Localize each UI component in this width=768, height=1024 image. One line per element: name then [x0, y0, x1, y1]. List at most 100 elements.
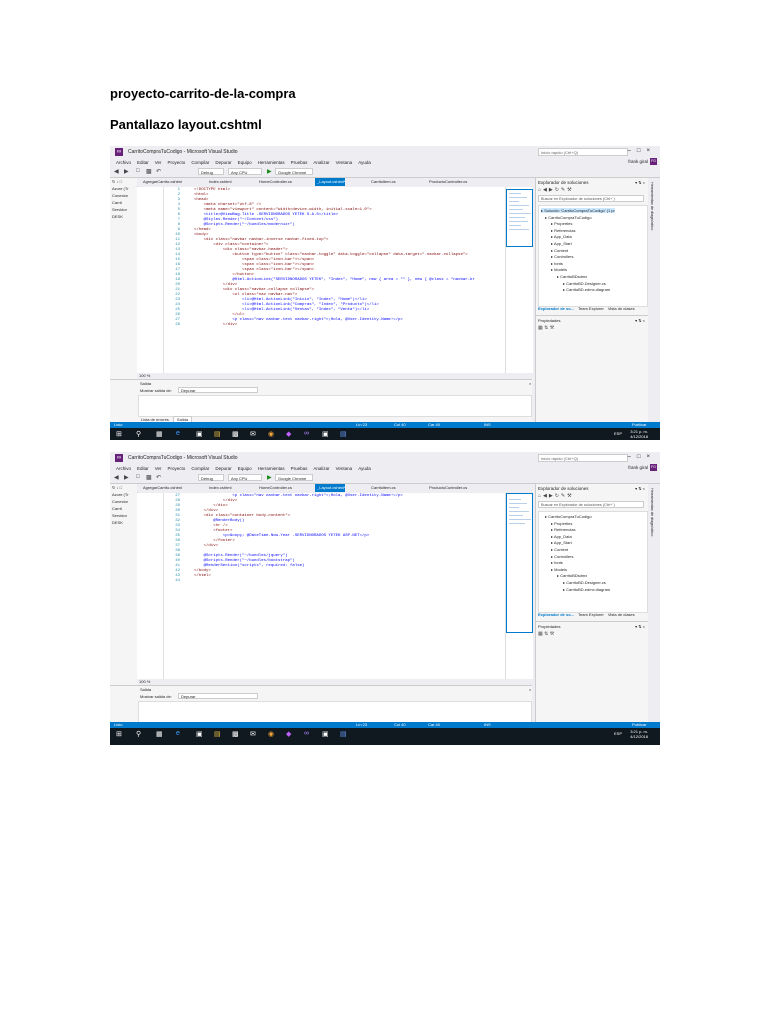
line-text[interactable]: @Scripts.Render("~/bundles/modernizr"): [194, 223, 295, 227]
diagnostics-strip[interactable]: Herramientas de diagnóstico: [648, 484, 660, 728]
tree-item[interactable]: ▸ CarritoCompraTuCodigo: [545, 215, 592, 220]
wrench-icon[interactable]: ▦ ⇅ ⚒: [538, 631, 554, 637]
line-text[interactable]: <meta charset="utf-8" />: [194, 203, 262, 207]
tree-item[interactable]: ▸ Controllers: [551, 254, 573, 259]
server-explorer-item[interactable]: Servidor: [110, 206, 137, 213]
line-text[interactable]: <footer>: [194, 529, 232, 533]
line-text[interactable]: <div class="container">: [194, 243, 268, 247]
tree-item[interactable]: ▸ App_Start: [551, 241, 572, 246]
editor-tab[interactable]: ProductoController.cs: [427, 178, 467, 186]
diagnostics-label[interactable]: Herramientas de diagnóstico: [650, 182, 654, 230]
line-text[interactable]: <div class="navbar navbar-inverse navbar…: [194, 238, 329, 242]
config-select[interactable]: Debug: [198, 168, 224, 175]
line-text[interactable]: </body>: [194, 569, 211, 573]
menu-item[interactable]: Ayuda: [358, 158, 371, 167]
clapper-icon[interactable]: ▣: [322, 730, 329, 738]
server-explorer-item[interactable]: DESK: [110, 519, 137, 526]
server-explorer-item[interactable]: Conexior: [110, 192, 137, 199]
tree-item[interactable]: ▸ Referencias: [551, 527, 575, 532]
tree-item[interactable]: ▸ CarritoBD.Designer.cs: [563, 281, 606, 286]
minimap-viewport[interactable]: [506, 493, 533, 633]
minimap-viewport[interactable]: [506, 189, 533, 247]
menu-item[interactable]: Ayuda: [358, 464, 371, 473]
user-avatar[interactable]: FG: [650, 464, 657, 471]
menu-item[interactable]: Proyecto: [168, 158, 186, 167]
menu-item[interactable]: Depurar: [215, 464, 231, 473]
code-editor[interactable]: 27 <p class="nav navbar-text navbar-righ…: [137, 493, 532, 679]
menu-item[interactable]: Compilar: [191, 158, 209, 167]
tree-item[interactable]: ▸ CarritoBD.Designer.cs: [563, 580, 606, 585]
tree-item[interactable]: ▸ CarritoBDsdmx: [557, 573, 587, 578]
line-text[interactable]: </div>: [194, 504, 227, 508]
tree-item[interactable]: ▸ CarritoBDsdmx: [557, 274, 587, 279]
editor-tab[interactable]: AgregarCarrito.cshtml: [141, 178, 182, 186]
line-text[interactable]: @Scripts.Render("~/bundles/bootstrap"): [194, 559, 295, 563]
editor-tab[interactable]: _Layout.cshtml*: [315, 178, 346, 186]
clock[interactable]: 3:21 p. m. 4/12/2018: [630, 729, 648, 739]
forward-icon[interactable]: ▶: [124, 168, 129, 175]
editor-tab[interactable]: HomeController.cs: [257, 484, 292, 492]
output-text-area[interactable]: [138, 701, 532, 723]
close-icon[interactable]: ×: [529, 687, 531, 692]
solution-search-input[interactable]: Buscar en Explorador de soluciones (Ctrl…: [538, 195, 644, 202]
line-text[interactable]: @RenderBody(): [194, 519, 244, 523]
lock-icon[interactable]: ▩: [232, 730, 239, 738]
menu-item[interactable]: Ventana: [336, 158, 353, 167]
server-explorer-item[interactable]: Servidor: [110, 512, 137, 519]
browser-select[interactable]: Google Chrome: [275, 168, 313, 175]
task-view-icon[interactable]: ▦: [156, 730, 163, 738]
code-text[interactable]: 27 <p class="nav navbar-text navbar-righ…: [166, 494, 403, 584]
line-text[interactable]: <button type="button" class="navbar-togg…: [194, 253, 467, 257]
app-icon[interactable]: ◆: [286, 730, 291, 738]
new-file-icon[interactable]: □: [136, 168, 140, 174]
menu-item[interactable]: Editar: [137, 158, 149, 167]
line-text[interactable]: </div>: [194, 544, 218, 548]
editor-tab[interactable]: Carritoltem.cs: [369, 484, 396, 492]
line-text[interactable]: <div class="navbar-header">: [194, 248, 288, 252]
save-icon[interactable]: ▩: [146, 474, 152, 481]
line-text[interactable]: @Scripts.Render("~/bundles/jquery"): [194, 554, 288, 558]
panel-controls[interactable]: ▾ ⇅ ×: [635, 318, 645, 323]
server-explorer-item[interactable]: Conexior: [110, 498, 137, 505]
panel-tab[interactable]: Team Explorer: [578, 306, 604, 311]
line-text[interactable]: </html>: [194, 574, 211, 578]
tree-item[interactable]: ▸ CarritoCompraTuCodigo: [545, 514, 592, 519]
line-text[interactable]: <head>: [194, 198, 208, 202]
line-text[interactable]: </head>: [194, 228, 211, 232]
tree-item[interactable]: ▸ App_Start: [551, 540, 572, 545]
output-source-select[interactable]: Depurar: [178, 387, 258, 393]
run-icon[interactable]: ▶: [267, 168, 272, 175]
tree-item[interactable]: ▸ Solución 'CarritoCompraTuCodigo' (1 pr: [541, 208, 615, 213]
task-view-icon[interactable]: ▦: [156, 430, 163, 438]
line-text[interactable]: <span class="icon-bar"></span>: [194, 268, 314, 272]
panel-tab[interactable]: Vista de clases: [608, 306, 635, 311]
editor-tab[interactable]: ProductoController.cs: [427, 484, 467, 492]
sql-icon[interactable]: ▤: [340, 730, 347, 738]
app-icon[interactable]: ◆: [286, 430, 291, 438]
line-text[interactable]: <li>@Html.ActionLink("Compras", "Index",…: [194, 303, 379, 307]
line-text[interactable]: @Html.ActionLink("SERVIDNORADOS YETEK", …: [194, 278, 474, 282]
windows-start-icon[interactable]: ⊞: [116, 730, 122, 738]
line-text[interactable]: <li>@Html.ActionLink("Ventas", "Index", …: [194, 308, 369, 312]
store-icon[interactable]: ▣: [196, 730, 203, 738]
menu-item[interactable]: Editar: [137, 464, 149, 473]
visual-studio-icon[interactable]: ∞: [304, 730, 309, 737]
line-text[interactable]: <meta name="viewport" content="width=dev…: [194, 208, 372, 212]
undo-icon[interactable]: ↶: [156, 168, 161, 175]
tree-item[interactable]: ▸ fonts: [551, 560, 563, 565]
editor-tab[interactable]: _Layout.cshtml*: [315, 484, 346, 492]
line-text[interactable]: </div>: [194, 323, 237, 327]
editor-tab[interactable]: Index.cshtml: [207, 178, 231, 186]
editor-tab[interactable]: HomeController.cs: [257, 178, 292, 186]
clock[interactable]: 3:21 p. m. 4/12/2018: [630, 429, 648, 439]
home-icon[interactable]: ⌂◀▶↻✎⚒: [538, 187, 574, 193]
clapper-icon[interactable]: ▣: [322, 430, 329, 438]
chrome-icon[interactable]: ◉: [268, 430, 274, 438]
editor-tab[interactable]: AgregarCarrito.cshtml: [141, 484, 182, 492]
panel-controls[interactable]: ▾ ⇅ ×: [635, 180, 645, 185]
editor-minimap[interactable]: [505, 493, 533, 679]
visual-studio-icon[interactable]: ∞: [304, 430, 309, 437]
user-name[interactable]: frank giral: [628, 465, 648, 470]
line-text[interactable]: </button>: [194, 273, 254, 277]
platform-select[interactable]: Any CPU: [228, 474, 262, 481]
